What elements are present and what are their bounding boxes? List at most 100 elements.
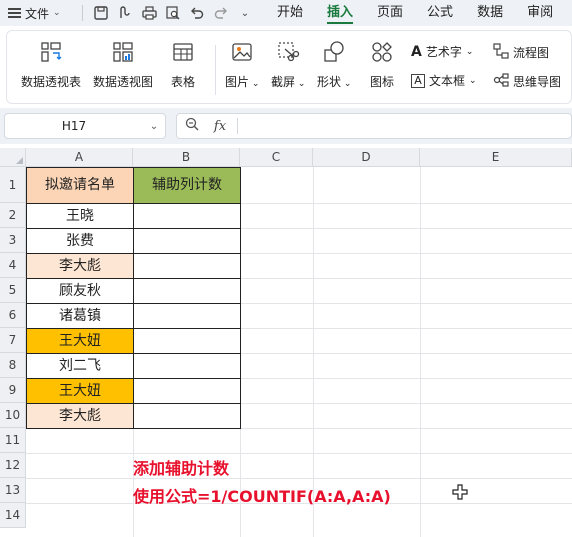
formula-input-area[interactable]: fx	[176, 113, 572, 139]
mindmap-icon	[493, 72, 509, 91]
column-header-c[interactable]: C	[240, 148, 313, 167]
cell-a2[interactable]: 王晓	[26, 203, 134, 229]
tab-data[interactable]: 数据	[465, 0, 515, 26]
cell-b2[interactable]	[133, 203, 241, 229]
row-header-5[interactable]: 5	[0, 278, 26, 303]
row-header-9[interactable]: 9	[0, 378, 26, 403]
print-preview-icon[interactable]	[161, 2, 185, 24]
pivot-chart-button[interactable]: 数据透视图	[93, 39, 153, 90]
column-header-a[interactable]: A	[26, 148, 133, 167]
flowchart-icon	[493, 43, 509, 62]
name-box[interactable]: H17 ⌄	[4, 113, 166, 139]
cell-b4[interactable]	[133, 253, 241, 279]
row-header-4[interactable]: 4	[0, 253, 26, 278]
tab-page[interactable]: 页面	[365, 0, 415, 26]
export-pdf-icon[interactable]	[113, 2, 137, 24]
chevron-down-icon: ⌄	[295, 79, 306, 89]
table-label: 表格	[170, 75, 195, 89]
ribbon-tabs: 开始 插入 页面 公式 数据 审阅	[265, 0, 565, 26]
chevron-down-icon: ⌄	[465, 46, 474, 57]
row-header-3[interactable]: 3	[0, 228, 26, 253]
row-header-8[interactable]: 8	[0, 353, 26, 378]
cell-a4[interactable]: 李大彪	[26, 253, 134, 279]
icons-button[interactable]: 图标	[369, 39, 395, 90]
cell-b9[interactable]	[133, 378, 241, 404]
divider	[82, 5, 83, 21]
picture-label: 图片 ⌄	[225, 73, 259, 90]
row-header-7[interactable]: 7	[0, 328, 26, 353]
wordart-icon: A	[411, 43, 422, 60]
save-icon[interactable]	[89, 2, 113, 24]
textbox-label: 文本框	[429, 74, 466, 88]
shapes-button[interactable]: 形状 ⌄	[317, 39, 351, 90]
textbox-button[interactable]: A 文本框 ⌄	[411, 72, 477, 89]
select-all-corner[interactable]	[0, 148, 26, 167]
cell-b1-header[interactable]: 辅助列计数	[133, 167, 241, 204]
screenshot-button[interactable]: 截屏 ⌄	[271, 39, 305, 90]
flowchart-label: 流程图	[513, 46, 550, 60]
spreadsheet-grid: A B C D E 1 2 3 4 5 6 7 8 9 10 11 12 13 …	[0, 148, 572, 537]
cell-a10[interactable]: 李大彪	[26, 403, 134, 429]
row-header-6[interactable]: 6	[0, 303, 26, 328]
tab-formulas[interactable]: 公式	[415, 0, 465, 26]
pivot-table-label: 数据透视表	[21, 75, 82, 89]
row-header-14[interactable]: 14	[0, 503, 26, 528]
mindmap-button[interactable]: 思维导图	[493, 72, 561, 91]
menu-bar: 文件 ⌄ ⌄ 开始 插入 页面 公式 数据 审阅	[0, 0, 572, 26]
pivot-chart-label: 数据透视图	[93, 75, 154, 89]
fx-icon[interactable]: fx	[207, 119, 233, 134]
quick-access-more-icon[interactable]: ⌄	[233, 2, 257, 24]
wordart-label: 艺术字	[425, 45, 462, 59]
textbox-icon: A	[411, 73, 425, 88]
cell-a5[interactable]: 顾友秋	[26, 278, 134, 304]
formula-bar: H17 ⌄ fx	[0, 108, 572, 144]
picture-icon	[229, 39, 255, 65]
pivot-table-button[interactable]: 数据透视表	[21, 39, 81, 90]
tab-insert[interactable]: 插入	[315, 0, 365, 26]
zoom-icon[interactable]	[177, 117, 207, 135]
cell-a9[interactable]: 王大妞	[26, 378, 134, 404]
cell-b8[interactable]	[133, 353, 241, 379]
undo-icon[interactable]	[185, 2, 209, 24]
cell-b7[interactable]	[133, 328, 241, 354]
table-button[interactable]: 表格	[170, 39, 196, 90]
row-header-10[interactable]: 10	[0, 403, 26, 428]
wordart-button[interactable]: A 艺术字 ⌄	[411, 43, 473, 60]
cell-a6[interactable]: 诸葛镇	[26, 303, 134, 329]
cell-b6[interactable]	[133, 303, 241, 329]
gridline	[313, 167, 314, 537]
cell-a3[interactable]: 张费	[26, 228, 134, 254]
ribbon-divider	[215, 45, 216, 95]
row-header-11[interactable]: 11	[0, 428, 26, 453]
column-header-b[interactable]: B	[133, 148, 240, 167]
chevron-down-icon[interactable]: ⌄	[143, 121, 165, 132]
icons-icon	[369, 39, 395, 65]
pivot-table-icon	[38, 39, 64, 65]
tab-review[interactable]: 审阅	[515, 0, 565, 26]
tab-home[interactable]: 开始	[265, 0, 315, 26]
row-header-1[interactable]: 1	[0, 167, 26, 203]
row-header-2[interactable]: 2	[0, 203, 26, 228]
shapes-label: 形状 ⌄	[317, 73, 351, 90]
cell-b5[interactable]	[133, 278, 241, 304]
file-menu[interactable]: 文件 ⌄	[0, 5, 76, 22]
pivot-chart-icon	[110, 39, 136, 65]
cell-a8[interactable]: 刘二飞	[26, 353, 134, 379]
row-header-13[interactable]: 13	[0, 478, 26, 503]
picture-button[interactable]: 图片 ⌄	[225, 39, 259, 90]
row-header-12[interactable]: 12	[0, 453, 26, 478]
chevron-down-icon: ⌄	[249, 79, 260, 89]
print-icon[interactable]	[137, 2, 161, 24]
cell-cursor-icon	[452, 484, 468, 500]
name-box-value: H17	[61, 119, 87, 133]
redo-icon[interactable]	[209, 2, 233, 24]
flowchart-button[interactable]: 流程图	[493, 43, 549, 62]
column-header-d[interactable]: D	[313, 148, 420, 167]
scissors-icon	[275, 39, 301, 65]
cell-b3[interactable]	[133, 228, 241, 254]
cell-a1-header[interactable]: 拟邀请名单	[26, 167, 134, 204]
chevron-down-icon: ⌄	[469, 75, 477, 86]
cell-b10[interactable]	[133, 403, 241, 429]
cell-a7[interactable]: 王大妞	[26, 328, 134, 354]
column-header-e[interactable]: E	[420, 148, 572, 167]
